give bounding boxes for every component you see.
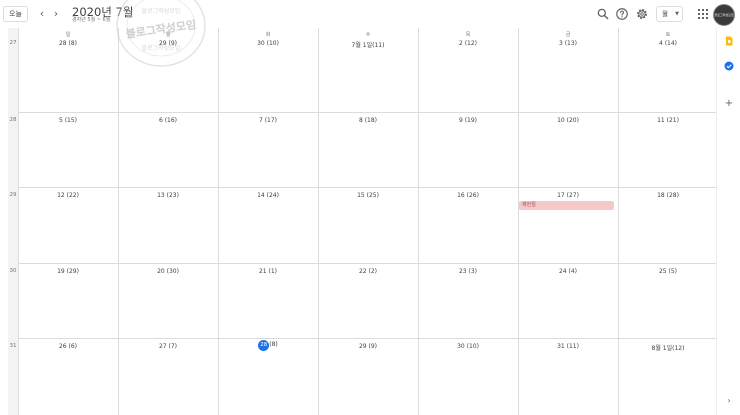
keep-icon[interactable] xyxy=(724,36,734,46)
tasks-icon[interactable] xyxy=(724,61,734,71)
grid-row-line xyxy=(18,112,716,113)
date-number[interactable]: 5 (15) xyxy=(18,117,118,124)
date-number[interactable]: 6 (16) xyxy=(118,117,218,124)
chevron-left-icon[interactable]: ‹ xyxy=(36,7,48,21)
date-number[interactable]: 16 (26) xyxy=(418,192,518,199)
date-number[interactable]: 8 (18) xyxy=(318,117,418,124)
date-number[interactable]: 27 (7) xyxy=(118,343,218,350)
date-number[interactable]: 2 (12) xyxy=(418,40,518,47)
weekday-header: 수 xyxy=(365,32,371,38)
date-number[interactable]: 15 (25) xyxy=(318,192,418,199)
week-number[interactable]: 29 xyxy=(8,192,18,198)
date-number[interactable]: 20 (30) xyxy=(118,268,218,275)
today-button[interactable]: 오늘 xyxy=(3,6,28,22)
week-number[interactable]: 31 xyxy=(8,343,18,349)
date-number[interactable]: 4 (14) xyxy=(618,40,718,47)
grid-column-line xyxy=(218,28,219,415)
date-number[interactable]: 26 (6) xyxy=(18,343,118,350)
date-number[interactable]: 23 (3) xyxy=(418,268,518,275)
date-number[interactable]: 22 (2) xyxy=(318,268,418,275)
date-number[interactable]: 8월 1일(12) xyxy=(618,343,718,352)
grid-column-line xyxy=(618,28,619,415)
grid-column-line xyxy=(18,28,19,415)
apps-grid-icon[interactable] xyxy=(697,8,709,20)
grid-column-line xyxy=(118,28,119,415)
date-number[interactable]: 10 (20) xyxy=(518,117,618,124)
week-number[interactable]: 30 xyxy=(8,268,18,274)
date-number[interactable]: 19 (29) xyxy=(18,268,118,275)
grid-row-line xyxy=(18,187,716,188)
weekday-header: 금 xyxy=(565,32,571,38)
grid-row-line xyxy=(18,338,716,339)
grid-row-line xyxy=(18,263,716,264)
date-number[interactable]: 25 (5) xyxy=(618,268,718,275)
week-number[interactable]: 27 xyxy=(8,40,18,46)
date-number[interactable]: 21 (1) xyxy=(218,268,318,275)
grid-column-line xyxy=(318,28,319,415)
help-icon[interactable] xyxy=(615,7,629,21)
avatar-label: 블로그작성모임 xyxy=(714,13,734,17)
date-number[interactable]: 14 (24) xyxy=(218,192,318,199)
date-number[interactable]: 9 (19) xyxy=(418,117,518,124)
caret-down-icon: ▼ xyxy=(675,11,679,17)
view-selector[interactable]: 월 ▼ xyxy=(656,6,683,22)
gear-icon[interactable] xyxy=(635,7,649,21)
side-panel: + › xyxy=(716,28,740,415)
month-grid: 일 월 화 수 목 금 토 27 28 (8) 29 (9) 30 (10) 7월 1일(11) 2 (… xyxy=(8,28,718,415)
weekday-header: 화 xyxy=(265,32,271,38)
date-number[interactable]: 28 (8) xyxy=(18,40,118,47)
chevron-right-icon[interactable]: › xyxy=(724,396,734,406)
weekday-header: 토 xyxy=(665,32,671,38)
lunar-subtitle: 경자년 5월 ~ 6월 xyxy=(72,17,111,23)
grid-column-line xyxy=(518,28,519,415)
grid-column-line xyxy=(418,28,419,415)
account-avatar[interactable]: 블로그작성모임 xyxy=(713,4,735,26)
date-number[interactable]: 24 (4) xyxy=(518,268,618,275)
week-number-column xyxy=(8,28,18,415)
date-number[interactable]: 29 (9) xyxy=(118,40,218,47)
date-number[interactable]: 3 (13) xyxy=(518,40,618,47)
event-chip[interactable]: 제헌절 xyxy=(519,201,614,210)
today-marker[interactable]: 28 xyxy=(258,340,270,351)
date-number[interactable]: 30 (10) xyxy=(218,40,318,47)
date-number[interactable]: 18 (28) xyxy=(618,192,718,199)
weekday-header: 목 xyxy=(465,32,471,38)
date-number[interactable]: 12 (22) xyxy=(18,192,118,199)
week-number[interactable]: 28 xyxy=(8,117,18,123)
search-icon[interactable] xyxy=(596,7,610,21)
top-bar: 오늘 ‹ › 2020년 7월 경자년 5월 ~ 6월 월 ▼ 블로그작성모임 xyxy=(0,0,740,28)
date-number[interactable]: 17 (27) xyxy=(518,192,618,199)
today-lunar-date: (8) xyxy=(269,341,278,348)
view-selector-label: 월 xyxy=(662,10,668,18)
today-date[interactable]: 28 (8) xyxy=(218,340,318,351)
date-number[interactable]: 11 (21) xyxy=(618,117,718,124)
date-number[interactable]: 7 (17) xyxy=(218,117,318,124)
chevron-right-icon[interactable]: › xyxy=(50,7,62,21)
date-number[interactable]: 7월 1일(11) xyxy=(318,40,418,49)
plus-icon[interactable]: + xyxy=(724,99,734,109)
date-number[interactable]: 13 (23) xyxy=(118,192,218,199)
date-number[interactable]: 30 (10) xyxy=(418,343,518,350)
weekday-header: 월 xyxy=(165,32,171,38)
date-number[interactable]: 31 (11) xyxy=(518,343,618,350)
date-number[interactable]: 29 (9) xyxy=(318,343,418,350)
weekday-header: 일 xyxy=(65,32,71,38)
